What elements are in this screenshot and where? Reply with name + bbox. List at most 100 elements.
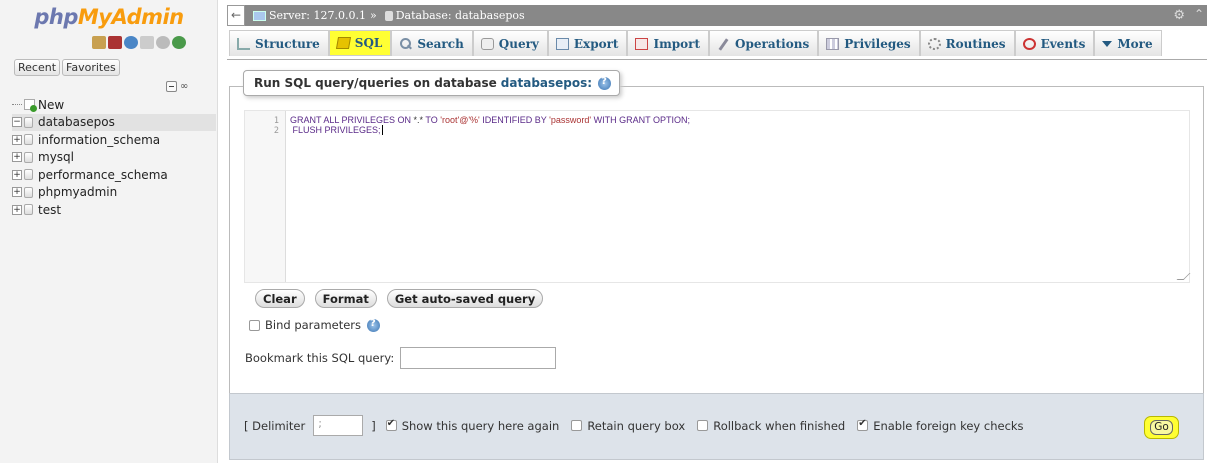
tab-export[interactable]: Export — [547, 30, 628, 56]
line-number: 1 — [273, 116, 279, 126]
collapse-topbar-icon[interactable]: ⌃ — [1194, 7, 1204, 21]
line-number-gutter: 1 2 — [245, 111, 286, 282]
sql-docs-icon[interactable] — [140, 36, 154, 49]
get-auto-saved-query-button[interactable]: Get auto-saved query — [386, 289, 544, 308]
expand-node-icon[interactable]: + — [12, 204, 22, 215]
go-button[interactable]: Go — [1144, 416, 1179, 439]
bind-parameters-row: Bind parameters — [249, 318, 381, 332]
foreign-key-checks-checkbox[interactable] — [857, 418, 869, 431]
expand-node-icon[interactable]: + — [12, 134, 22, 145]
bind-parameters-label[interactable]: Bind parameters — [265, 318, 361, 332]
show-query-again-option[interactable]: Show this query here again — [385, 418, 560, 433]
database-icon — [24, 134, 33, 146]
delimiter-input[interactable]: ; — [313, 415, 364, 436]
expand-node-icon[interactable]: + — [12, 169, 22, 180]
tab-sql[interactable]: SQL — [328, 30, 392, 56]
tree-item-label[interactable]: New — [38, 98, 64, 112]
tab-label: Search — [417, 36, 464, 51]
breadcrumb-database[interactable]: Database: databasepos — [396, 9, 525, 22]
tab-import[interactable]: Import — [627, 30, 710, 56]
phpmyadmin-logo[interactable]: phpMyAdmin — [0, 5, 218, 29]
tab-routines[interactable]: Routines — [919, 30, 1015, 56]
tab-structure[interactable]: Structure — [229, 30, 329, 56]
sql-token: *.* — [413, 115, 424, 125]
retain-query-box-option[interactable]: Retain query box — [571, 419, 685, 433]
search-icon — [399, 37, 412, 50]
settings-icon[interactable] — [156, 36, 170, 49]
tree-item-label[interactable]: mysql — [38, 150, 74, 164]
tab-privileges[interactable]: Privileges — [818, 30, 920, 56]
option-label[interactable]: Rollback when finished — [713, 419, 845, 433]
more-chevron-icon — [1102, 40, 1113, 47]
rollback-checkbox[interactable] — [697, 420, 709, 431]
format-button[interactable]: Format — [314, 289, 377, 308]
sql-keyword: TO — [423, 115, 441, 125]
help-icon[interactable] — [598, 76, 612, 90]
line-number: 2 — [273, 126, 279, 136]
page-settings-gear-icon[interactable]: ⚙ — [1173, 8, 1185, 23]
events-icon — [1022, 37, 1036, 50]
foreign-key-checks-option[interactable]: Enable foreign key checks — [857, 418, 1024, 433]
structure-icon — [237, 37, 250, 50]
tree-item-information-schema[interactable]: + information_schema — [12, 131, 216, 149]
tab-query[interactable]: Query — [472, 30, 548, 56]
sql-string: 'root'@'%' — [440, 115, 480, 125]
privileges-icon — [826, 37, 840, 50]
home-icon[interactable] — [92, 36, 106, 49]
sql-code-line-2[interactable]: FLUSH PRIVILEGES; — [290, 125, 383, 135]
logout-icon[interactable] — [108, 36, 122, 49]
tree-item-label[interactable]: performance_schema — [38, 168, 168, 182]
tree-item-mysql[interactable]: + mysql — [12, 149, 216, 167]
option-label[interactable]: Enable foreign key checks — [873, 419, 1023, 433]
tree-item-label[interactable]: phpmyadmin — [38, 185, 117, 199]
help-icon[interactable] — [367, 318, 381, 332]
tree-item-performance-schema[interactable]: + performance_schema — [12, 166, 216, 184]
collapse-nav-arrow-icon[interactable]: ← — [227, 5, 245, 26]
tree-item-label[interactable]: databasepos — [38, 115, 115, 129]
tree-item-label[interactable]: information_schema — [38, 133, 160, 147]
collapse-all-icon[interactable] — [166, 81, 177, 92]
tab-bar: Structure SQL Search Query Export Import… — [227, 28, 1207, 60]
sql-panel-legend: Run SQL query/queries on database databa… — [243, 70, 621, 96]
tree-item-label[interactable]: test — [38, 203, 61, 217]
tab-search[interactable]: Search — [391, 30, 473, 56]
clear-button[interactable]: Clear — [255, 289, 305, 308]
expand-node-icon[interactable]: + — [12, 152, 22, 163]
sql-query-editor[interactable]: 1 2 GRANT ALL PRIVILEGES ON *.* TO 'root… — [244, 110, 1191, 283]
tree-item-databasepos[interactable]: − databasepos — [12, 113, 216, 131]
bind-parameters-checkbox[interactable] — [249, 319, 260, 331]
go-button-label[interactable]: Go — [1150, 420, 1173, 435]
help-docs-icon[interactable] — [124, 36, 138, 49]
breadcrumb: ← Server: 127.0.0.1 » Database: database… — [227, 5, 1207, 26]
option-label[interactable]: Show this query here again — [402, 419, 560, 433]
favorites-tab[interactable]: Favorites — [62, 59, 120, 76]
link-with-main-icon[interactable]: ∞ — [180, 81, 188, 92]
tree-item-new[interactable]: New — [12, 96, 216, 114]
breadcrumb-server[interactable]: Server: 127.0.0.1 — [269, 9, 366, 22]
sql-icon — [335, 37, 351, 49]
tab-label: Events — [1040, 36, 1086, 51]
delimiter-label: [ Delimiter — [244, 418, 306, 433]
collapse-node-icon[interactable]: − — [12, 117, 22, 128]
bookmark-input[interactable] — [400, 347, 557, 369]
recent-favorites-tabs: Recent Favorites — [14, 59, 120, 76]
tab-label: SQL — [354, 36, 383, 50]
resize-grip-icon[interactable] — [1176, 273, 1191, 280]
legend-database-link[interactable]: databasepos: — [501, 76, 592, 90]
tab-events[interactable]: Events — [1014, 30, 1095, 56]
tree-item-phpmyadmin[interactable]: + phpmyadmin — [12, 184, 216, 202]
expand-node-icon[interactable]: + — [12, 187, 22, 198]
sql-code-line-1[interactable]: GRANT ALL PRIVILEGES ON *.* TO 'root'@'%… — [290, 115, 690, 125]
tree-item-test[interactable]: + test — [12, 201, 216, 219]
recent-tab[interactable]: Recent — [14, 59, 61, 76]
tab-more[interactable]: More — [1094, 30, 1162, 56]
option-label[interactable]: Retain query box — [587, 419, 685, 433]
retain-query-box-checkbox[interactable] — [571, 420, 583, 431]
tab-operations[interactable]: Operations — [709, 30, 819, 56]
tree-controls: ∞ — [166, 81, 188, 92]
reload-icon[interactable] — [172, 36, 186, 49]
tab-label: Privileges — [844, 36, 911, 51]
show-query-again-checkbox[interactable] — [385, 418, 397, 431]
quick-links — [92, 36, 186, 49]
rollback-option[interactable]: Rollback when finished — [697, 419, 845, 433]
